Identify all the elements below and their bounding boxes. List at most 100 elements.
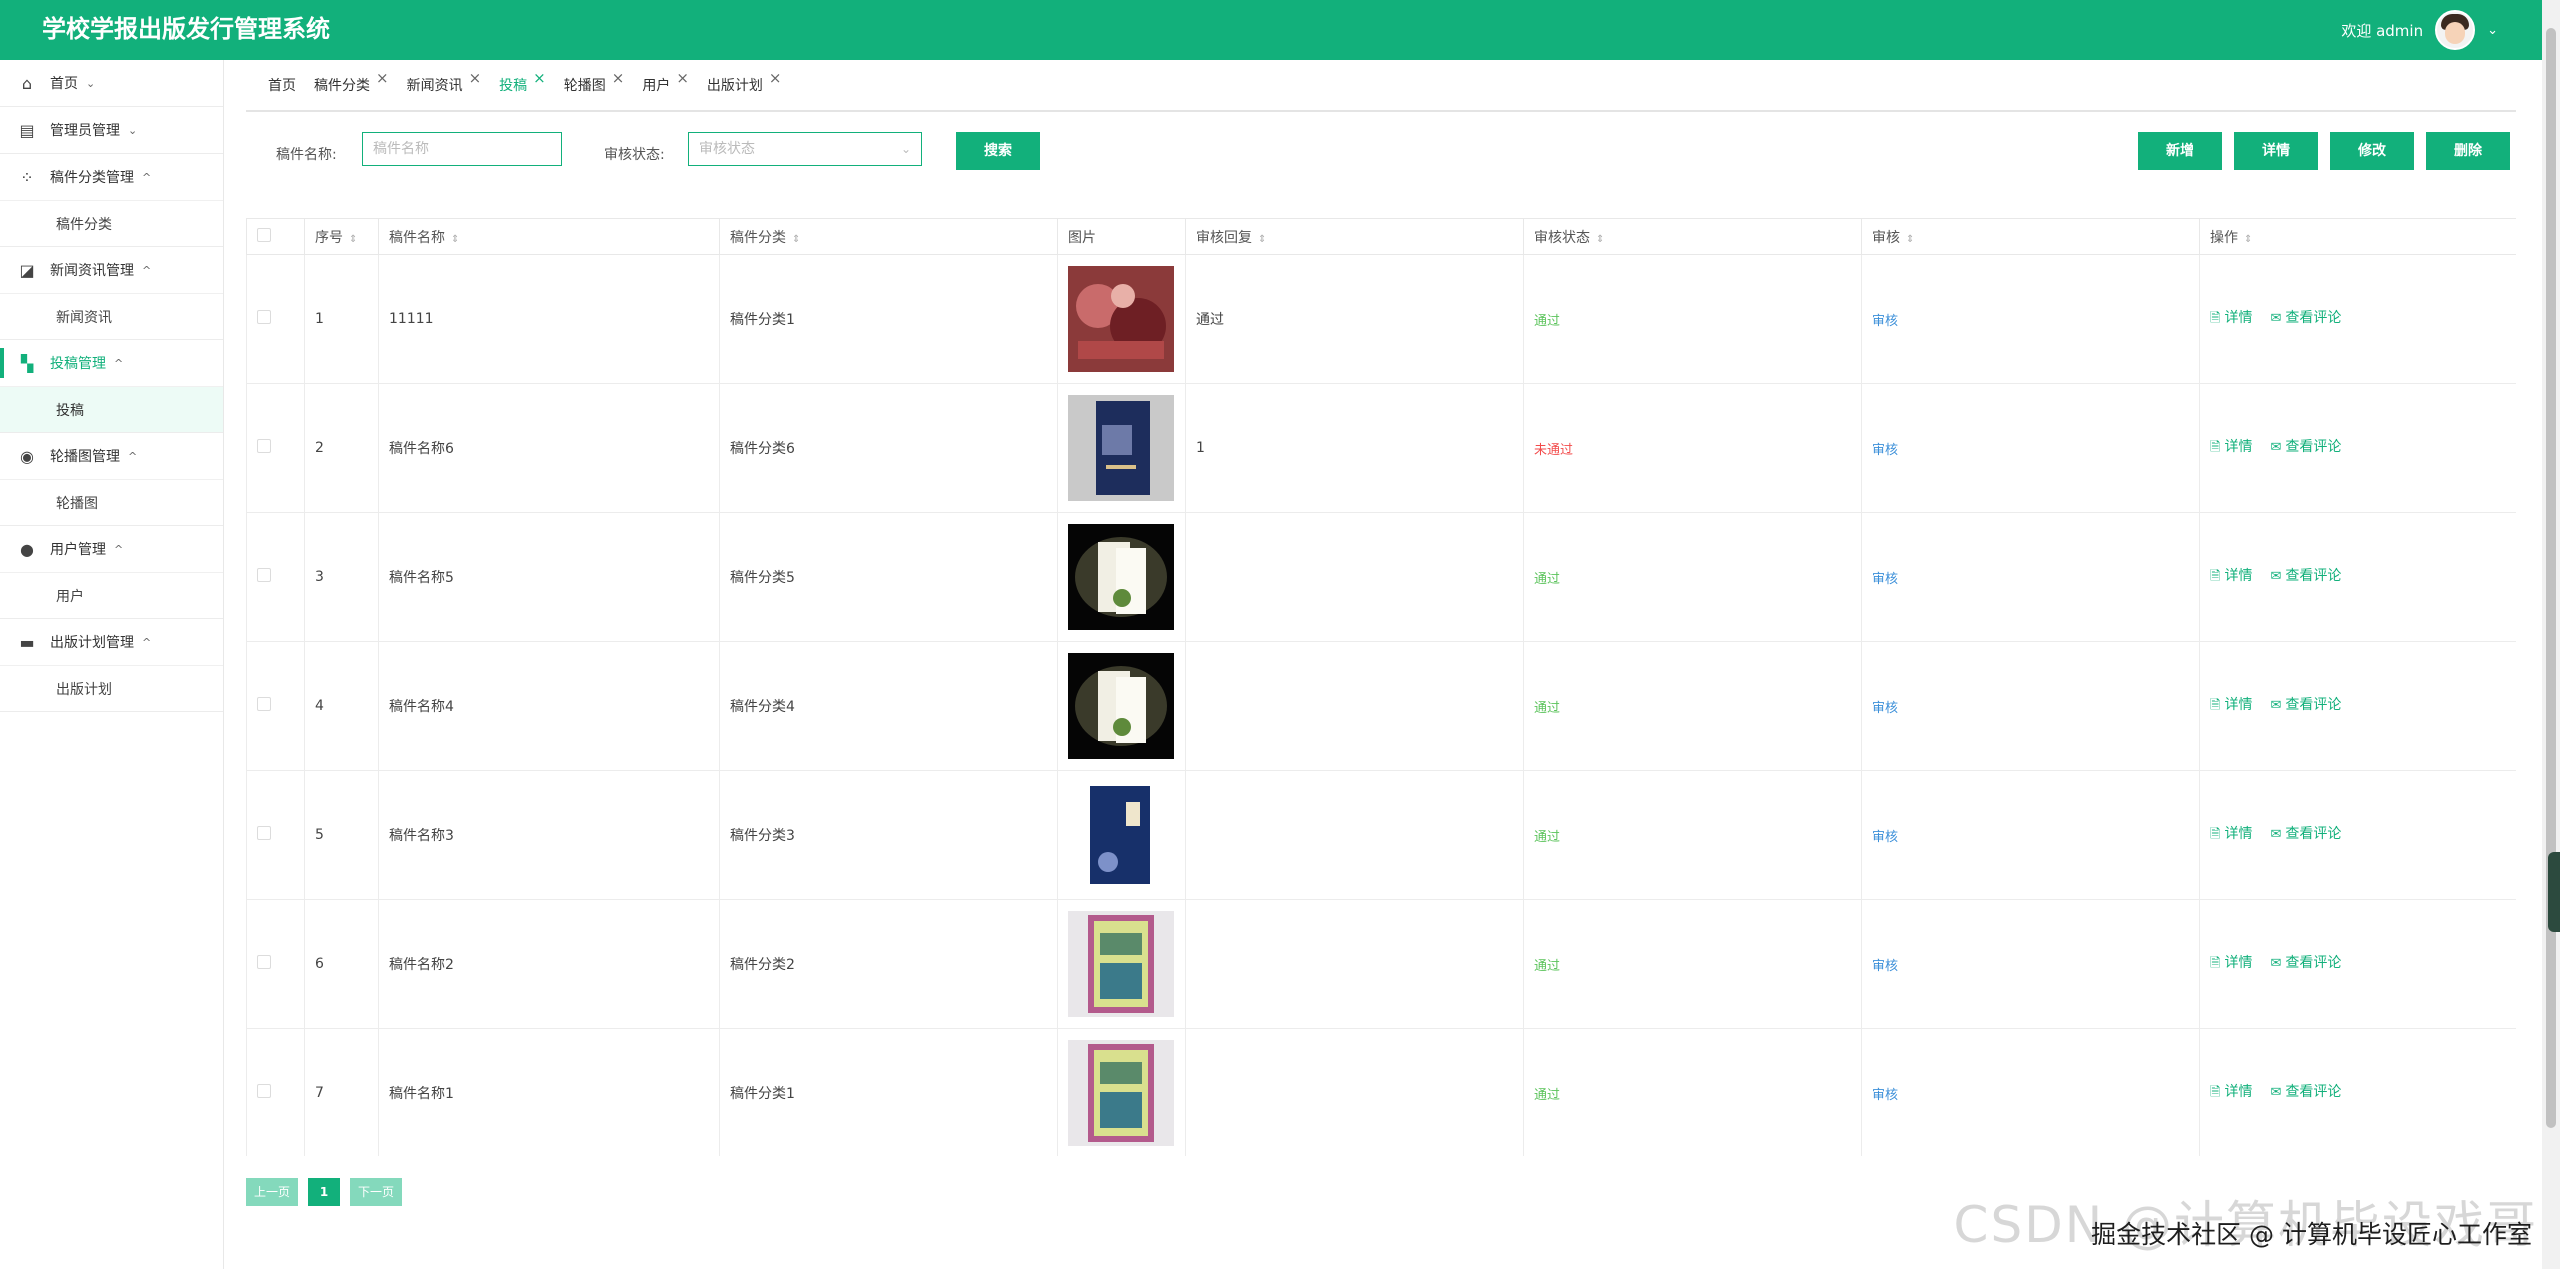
cover-thumbnail[interactable] (1068, 782, 1185, 888)
col-header-actions[interactable]: 操作 ⇕ (2199, 218, 2516, 255)
tab-carousel[interactable]: 轮播图 × (564, 69, 625, 95)
user-menu[interactable]: 欢迎 admin ⌄ (2341, 10, 2498, 50)
name-search-input[interactable]: 稿件名称 (362, 132, 562, 166)
row-detail-link[interactable]: 🗎 详情 (2210, 697, 2252, 713)
cell-image[interactable] (1057, 512, 1186, 642)
col-header-reply[interactable]: 审核回复 ⇕ (1185, 218, 1524, 255)
row-comments-link[interactable]: ✉ 查看评论 (2270, 697, 2341, 713)
sidebar-item-home[interactable]: ⌂ 首页 ⌄ (0, 60, 223, 106)
sidebar-subitem-news[interactable]: 新闻资讯 (0, 293, 223, 339)
cell-no: 3 (304, 512, 379, 642)
row-checkbox[interactable] (257, 697, 271, 711)
tab-plan[interactable]: 出版计划 × (707, 69, 782, 95)
close-icon[interactable]: × (469, 69, 482, 87)
page-number[interactable]: 1 (308, 1178, 340, 1206)
tab-user[interactable]: 用户 × (642, 69, 689, 95)
review-link[interactable]: 审核 (1872, 959, 1898, 974)
close-icon[interactable]: × (376, 69, 389, 87)
row-checkbox[interactable] (257, 826, 271, 840)
close-icon[interactable]: × (769, 69, 782, 87)
sidebar-subitem-submission[interactable]: 投稿 (0, 386, 223, 432)
row-detail-link[interactable]: 🗎 详情 (2210, 955, 2252, 971)
avatar[interactable] (2435, 10, 2476, 50)
cell-review: 审核 (1861, 1028, 2200, 1156)
row-checkbox[interactable] (257, 439, 271, 453)
prev-page-button[interactable]: 上一页 (246, 1178, 298, 1206)
cover-thumbnail[interactable] (1068, 524, 1185, 630)
detail-button[interactable]: 详情 (2234, 132, 2318, 170)
row-comments-link[interactable]: ✉ 查看评论 (2270, 568, 2341, 584)
row-comments-link[interactable]: ✉ 查看评论 (2270, 955, 2341, 971)
cell-reply (1185, 512, 1524, 642)
col-header-no[interactable]: 序号 ⇕ (304, 218, 379, 255)
review-link[interactable]: 审核 (1872, 314, 1898, 329)
delete-button[interactable]: 删除 (2426, 132, 2510, 170)
row-detail-link[interactable]: 🗎 详情 (2210, 1084, 2252, 1100)
review-link[interactable]: 审核 (1872, 701, 1898, 716)
cell-image[interactable] (1057, 899, 1186, 1029)
review-link[interactable]: 审核 (1872, 830, 1898, 845)
sidebar-item-label: 轮播图管理 (50, 449, 120, 465)
row-checkbox[interactable] (257, 310, 271, 324)
sidebar-item-submission-mgmt[interactable]: ▚ 投稿管理 ^ (0, 340, 223, 386)
row-detail-link[interactable]: 🗎 详情 (2210, 826, 2252, 842)
row-detail-link[interactable]: 🗎 详情 (2210, 568, 2252, 584)
row-checkbox[interactable] (257, 1084, 271, 1098)
col-header-status[interactable]: 审核状态 ⇕ (1523, 218, 1862, 255)
col-header-review[interactable]: 审核 ⇕ (1861, 218, 2200, 255)
side-tool-handle[interactable] (2548, 852, 2560, 932)
cell-image[interactable] (1057, 254, 1186, 384)
tab-category[interactable]: 稿件分类 × (314, 69, 389, 95)
edit-button[interactable]: 修改 (2330, 132, 2414, 170)
cover-thumbnail[interactable] (1068, 911, 1185, 1017)
sidebar-subitem-plan[interactable]: 出版计划 (0, 665, 223, 711)
sidebar-item-news-mgmt[interactable]: ◪ 新闻资讯管理 ^ (0, 247, 223, 293)
col-header-name[interactable]: 稿件名称 ⇕ (378, 218, 720, 255)
sidebar-item-category-mgmt[interactable]: ⁘ 稿件分类管理 ^ (0, 154, 223, 200)
cell-image[interactable] (1057, 770, 1186, 900)
sidebar-item-carousel-mgmt[interactable]: ◉ 轮播图管理 ^ (0, 433, 223, 479)
review-link[interactable]: 审核 (1872, 1088, 1898, 1103)
cover-thumbnail[interactable] (1068, 1040, 1185, 1146)
row-comments-link[interactable]: ✉ 查看评论 (2270, 439, 2341, 455)
cell-name: 稿件名称5 (378, 512, 720, 642)
cell-image[interactable] (1057, 383, 1186, 513)
status-badge: 通过 (1534, 313, 1561, 329)
row-detail-link[interactable]: 🗎 详情 (2210, 439, 2252, 455)
row-comments-link[interactable]: ✉ 查看评论 (2270, 310, 2341, 326)
select-all-checkbox[interactable] (257, 227, 271, 242)
row-checkbox[interactable] (257, 568, 271, 582)
review-link[interactable]: 审核 (1872, 443, 1898, 458)
cell-image[interactable] (1057, 641, 1186, 771)
next-page-button[interactable]: 下一页 (350, 1178, 402, 1206)
close-icon[interactable]: × (612, 69, 625, 87)
close-icon[interactable]: × (676, 69, 689, 87)
sidebar-subitem-carousel[interactable]: 轮播图 (0, 479, 223, 525)
add-button[interactable]: 新增 (2138, 132, 2222, 170)
row-detail-link[interactable]: 🗎 详情 (2210, 310, 2252, 326)
row-checkbox[interactable] (257, 955, 271, 969)
status-select[interactable]: 审核状态 ⌄ (688, 132, 922, 166)
review-link[interactable]: 审核 (1872, 572, 1898, 587)
cover-thumbnail[interactable] (1068, 395, 1185, 501)
cell-image[interactable] (1057, 1028, 1186, 1156)
row-comments-link[interactable]: ✉ 查看评论 (2270, 826, 2341, 842)
sidebar-item-plan-mgmt[interactable]: ▬ 出版计划管理 ^ (0, 619, 223, 665)
close-icon[interactable]: × (533, 69, 546, 87)
tab-home[interactable]: 首页 (268, 75, 296, 95)
tab-news[interactable]: 新闻资讯 × (407, 69, 482, 95)
sidebar-subitem-category[interactable]: 稿件分类 (0, 200, 223, 246)
cover-thumbnail[interactable] (1068, 266, 1185, 372)
sidebar-subitem-user[interactable]: 用户 (0, 572, 223, 618)
chevron-down-icon[interactable]: ⌄ (2487, 23, 2498, 38)
cover-thumbnail[interactable] (1068, 653, 1185, 759)
sidebar-item-admin[interactable]: ▤ 管理员管理 ⌄ (0, 107, 223, 153)
menu-group-news: ◪ 新闻资讯管理 ^ 新闻资讯 (0, 247, 223, 340)
tab-submission[interactable]: 投稿 × (499, 69, 546, 95)
page-scrollbar[interactable] (2542, 0, 2560, 1269)
cell-actions: 🗎 详情 ✉ 查看评论 (2199, 512, 2516, 642)
col-header-category[interactable]: 稿件分类 ⇕ (719, 218, 1058, 255)
row-comments-link[interactable]: ✉ 查看评论 (2270, 1084, 2341, 1100)
sidebar-item-user-mgmt[interactable]: ● 用户管理 ^ (0, 526, 223, 572)
search-button[interactable]: 搜索 (956, 132, 1040, 170)
